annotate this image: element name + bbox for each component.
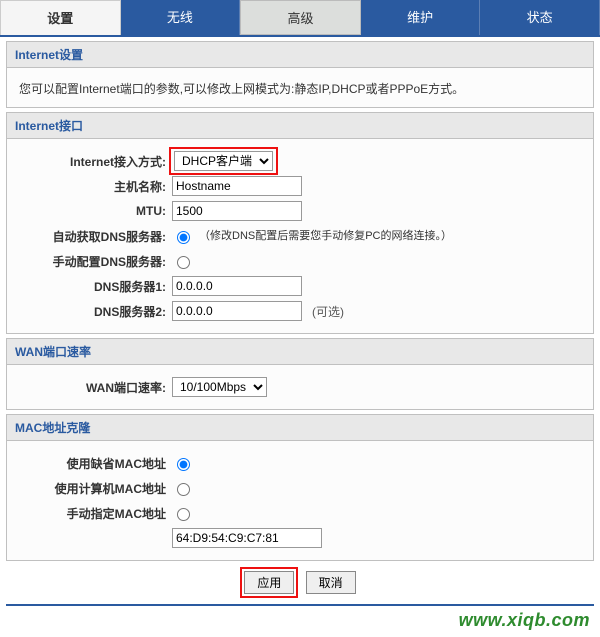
tab-settings[interactable]: 设置 bbox=[0, 0, 121, 35]
top-tabs: 设置 无线 高级 维护 状态 bbox=[0, 0, 600, 37]
internet-settings-desc: 您可以配置Internet端口的参数,可以修改上网模式为:静态IP,DHCP或者… bbox=[17, 76, 583, 99]
button-row: 应用 取消 bbox=[0, 561, 600, 600]
manual-mac-input[interactable] bbox=[172, 528, 322, 548]
mtu-label: MTU: bbox=[17, 204, 172, 218]
section-title-mac-clone: MAC地址克隆 bbox=[6, 414, 594, 441]
auto-dns-label: 自动获取DNS服务器: bbox=[17, 228, 172, 245]
tab-advanced[interactable]: 高级 bbox=[240, 0, 361, 35]
section-internet-port: Internet接口 Internet接入方式: DHCP客户端 主机名称: M… bbox=[6, 112, 594, 334]
hostname-label: 主机名称: bbox=[17, 178, 172, 195]
tab-status[interactable]: 状态 bbox=[480, 0, 600, 35]
section-mac-clone: MAC地址克隆 使用缺省MAC地址 使用计算机MAC地址 手动指定MAC地址 bbox=[6, 414, 594, 561]
section-title-internet-port: Internet接口 bbox=[6, 112, 594, 139]
apply-button[interactable]: 应用 bbox=[244, 571, 294, 594]
mtu-input[interactable] bbox=[172, 201, 302, 221]
watermark-text: www.xiqb.com bbox=[0, 606, 600, 637]
manual-mac-label: 手动指定MAC地址 bbox=[17, 505, 172, 522]
cancel-button[interactable]: 取消 bbox=[306, 571, 356, 594]
manual-dns-radio[interactable] bbox=[177, 256, 190, 269]
dns2-input[interactable] bbox=[172, 301, 302, 321]
default-mac-label: 使用缺省MAC地址 bbox=[17, 455, 172, 472]
access-mode-label: Internet接入方式: bbox=[17, 153, 172, 170]
auto-dns-note: （修改DNS配置后需要您手动修复PC的网络连接。） bbox=[199, 229, 452, 243]
section-internet-settings: Internet设置 您可以配置Internet端口的参数,可以修改上网模式为:… bbox=[6, 41, 594, 108]
dns1-input[interactable] bbox=[172, 276, 302, 296]
tab-wireless[interactable]: 无线 bbox=[121, 0, 241, 35]
auto-dns-radio[interactable] bbox=[177, 231, 190, 244]
hostname-input[interactable] bbox=[172, 176, 302, 196]
manual-mac-radio[interactable] bbox=[177, 508, 190, 521]
access-mode-highlight: DHCP客户端 bbox=[172, 150, 275, 172]
access-mode-select[interactable]: DHCP客户端 bbox=[174, 151, 273, 171]
wan-speed-label: WAN端口速率: bbox=[17, 379, 172, 396]
section-wan-speed: WAN端口速率 WAN端口速率: 10/100Mbps bbox=[6, 338, 594, 410]
pc-mac-radio[interactable] bbox=[177, 483, 190, 496]
wan-speed-select[interactable]: 10/100Mbps bbox=[172, 377, 267, 397]
manual-dns-label: 手动配置DNS服务器: bbox=[17, 253, 172, 270]
dns2-label: DNS服务器2: bbox=[17, 303, 172, 320]
tab-maintenance[interactable]: 维护 bbox=[361, 0, 481, 35]
dns1-label: DNS服务器1: bbox=[17, 278, 172, 295]
default-mac-radio[interactable] bbox=[177, 458, 190, 471]
section-title-internet-settings: Internet设置 bbox=[6, 41, 594, 68]
dns2-optional: (可选) bbox=[312, 303, 344, 320]
pc-mac-label: 使用计算机MAC地址 bbox=[17, 480, 172, 497]
section-title-wan-speed: WAN端口速率 bbox=[6, 338, 594, 365]
